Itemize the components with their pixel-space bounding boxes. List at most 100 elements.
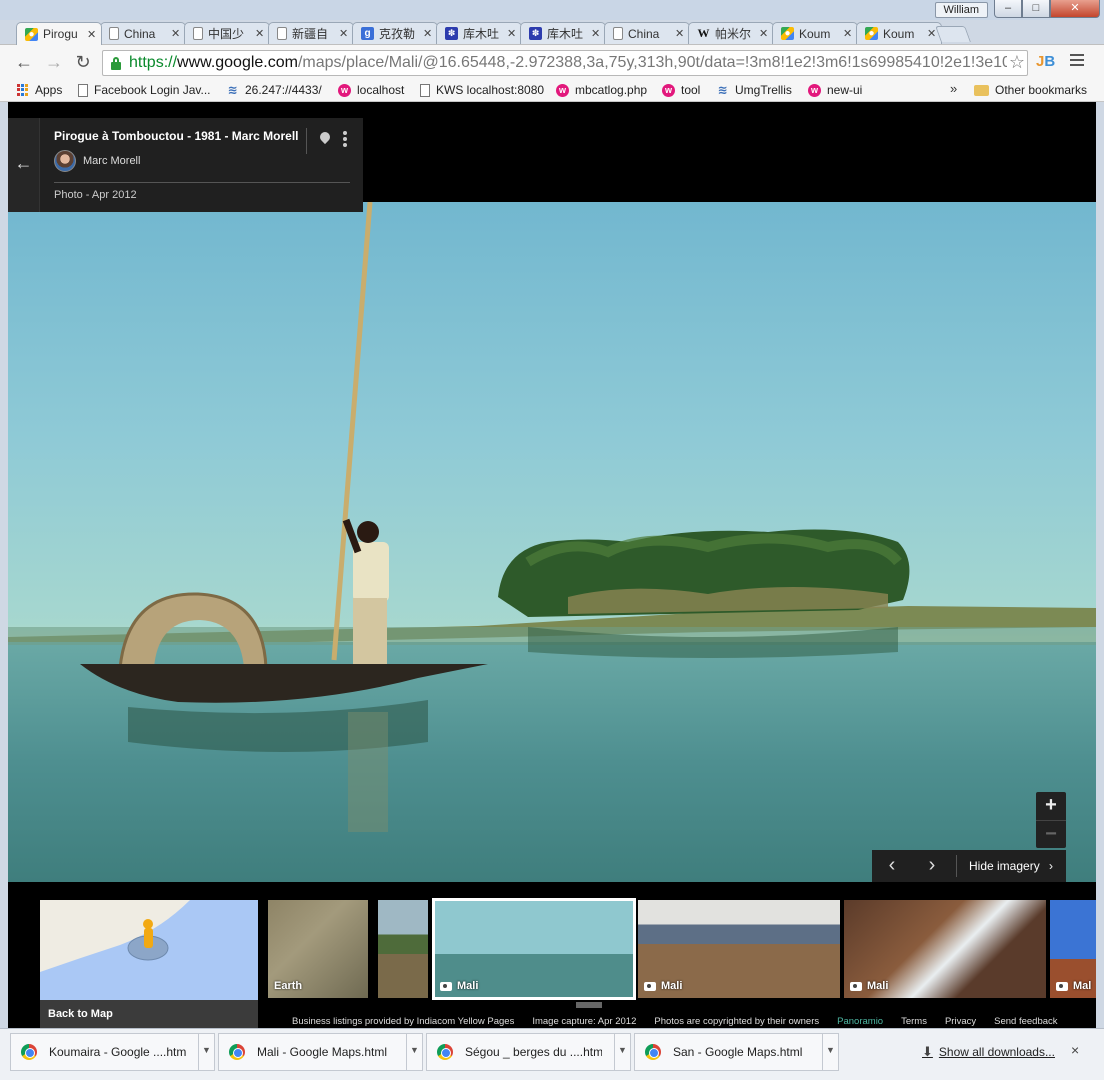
maximize-icon[interactable]: □ bbox=[1022, 0, 1050, 18]
forward-arrow-icon[interactable]: → bbox=[44, 52, 64, 72]
jetbrains-extension-icon[interactable]: JB bbox=[1036, 53, 1058, 71]
hide-imagery-button[interactable]: Hide imagery ›› bbox=[961, 859, 1049, 873]
new-tab-button[interactable] bbox=[935, 26, 971, 42]
tab-label: 库木吐 bbox=[547, 27, 584, 41]
tab-6[interactable]: ✽ 库木吐 ✕ bbox=[520, 22, 606, 44]
reload-icon[interactable]: ↻ bbox=[73, 52, 93, 72]
bookmark-item[interactable]: Facebook Login Jav... bbox=[78, 81, 211, 99]
document-icon bbox=[277, 27, 287, 40]
download-item[interactable]: San - Google Maps.html ▼ bbox=[634, 1033, 839, 1071]
thumbnail-selected-mali[interactable]: Mali bbox=[432, 898, 636, 1000]
tab-label: China bbox=[124, 26, 156, 41]
camera-icon bbox=[644, 981, 656, 991]
previous-chevron-icon[interactable]: ‹ bbox=[872, 850, 912, 882]
back-to-map-card[interactable]: Back to Map bbox=[40, 900, 258, 1028]
tab-3[interactable]: 新疆自 ✕ bbox=[268, 22, 354, 44]
download-filename: Ségou _ berges du ....html bbox=[465, 1045, 602, 1059]
close-tab-icon[interactable]: ✕ bbox=[507, 27, 517, 40]
close-tab-icon[interactable]: ✕ bbox=[255, 27, 265, 40]
profile-button[interactable]: William bbox=[934, 2, 988, 18]
next-chevron-icon[interactable]: › bbox=[912, 850, 952, 882]
thumbnail-photo[interactable] bbox=[378, 900, 428, 998]
chrome-icon bbox=[645, 1044, 661, 1060]
bookmark-item[interactable]: KWS localhost:8080 bbox=[420, 81, 544, 99]
close-tab-icon[interactable]: ✕ bbox=[759, 27, 769, 40]
tab-2[interactable]: 中国少 ✕ bbox=[184, 22, 270, 44]
thumbnail-photo-mali-partial[interactable]: Mal bbox=[1050, 900, 1096, 998]
bookmark-item[interactable]: w localhost bbox=[338, 81, 404, 99]
close-tab-icon[interactable]: ✕ bbox=[171, 27, 181, 40]
bookmark-apps[interactable]: Apps bbox=[16, 81, 62, 99]
show-all-downloads-link[interactable]: ⬇ Show all downloads... bbox=[922, 1044, 1055, 1060]
chevron-down-icon[interactable]: ▼ bbox=[614, 1034, 630, 1070]
back-arrow-icon[interactable]: ← bbox=[14, 52, 34, 72]
minimize-icon[interactable]: – bbox=[994, 0, 1022, 18]
back-arrow-icon[interactable]: ← bbox=[8, 118, 40, 212]
strip-scroll-handle[interactable] bbox=[576, 1002, 602, 1008]
title-bar: William – □ ✕ bbox=[0, 0, 1104, 20]
chevron-down-icon[interactable]: ▼ bbox=[822, 1034, 838, 1070]
close-tab-icon[interactable]: ✕ bbox=[591, 27, 601, 40]
other-bookmarks[interactable]: Other bookmarks bbox=[974, 81, 1087, 99]
bookmark-star-icon[interactable]: ☆ bbox=[1006, 52, 1025, 73]
thumbnail-photo-mali[interactable]: Mali bbox=[638, 900, 840, 998]
close-tab-icon[interactable]: ✕ bbox=[423, 27, 433, 40]
bookmark-item[interactable]: w mbcatlog.php bbox=[556, 81, 647, 99]
privacy-link[interactable]: Privacy bbox=[945, 1016, 976, 1028]
thumbnail-photo-mali-waterfall[interactable]: Mali bbox=[844, 900, 1046, 998]
menu-icon[interactable] bbox=[1070, 54, 1084, 68]
photo-author[interactable]: Marc Morell bbox=[83, 155, 140, 167]
thumbnail-earth[interactable]: Earth bbox=[268, 900, 368, 998]
tab-strip: ● Pirogu ✕ China ✕ 中国少 ✕ 新疆自 ✕ g 克孜勒 ✕ ✽… bbox=[0, 20, 1104, 45]
bookmarks-overflow-button[interactable]: » bbox=[950, 81, 957, 96]
panoramio-logo[interactable]: Panoramio bbox=[837, 1016, 883, 1028]
tab-0[interactable]: ● Pirogu ✕ bbox=[16, 22, 102, 45]
tab-8[interactable]: W 帕米尔 ✕ bbox=[688, 22, 774, 44]
download-item[interactable]: Mali - Google Maps.html ▼ bbox=[218, 1033, 423, 1071]
send-feedback-link[interactable]: Send feedback bbox=[994, 1016, 1057, 1028]
tab-5[interactable]: ✽ 库木吐 ✕ bbox=[436, 22, 522, 44]
chevron-down-icon[interactable]: ▼ bbox=[406, 1034, 422, 1070]
chevron-down-icon[interactable]: ▼ bbox=[198, 1034, 214, 1070]
author-avatar[interactable] bbox=[54, 150, 76, 172]
close-downloads-icon[interactable]: × bbox=[1071, 1042, 1079, 1058]
download-item[interactable]: Ségou _ berges du ....html ▼ bbox=[426, 1033, 631, 1071]
attribution-bar: Business listings provided by Indiacom Y… bbox=[292, 1016, 1092, 1028]
terms-link[interactable]: Terms bbox=[901, 1016, 927, 1028]
wave-icon: ≋ bbox=[227, 83, 238, 97]
bookmark-label: KWS localhost:8080 bbox=[436, 83, 545, 97]
thumbnail-label: Earth bbox=[274, 980, 303, 992]
location-pin-icon[interactable] bbox=[320, 132, 330, 148]
camera-icon bbox=[850, 981, 862, 991]
address-bar[interactable]: https://www.google.com/maps/place/Mali/@… bbox=[102, 50, 1028, 76]
tab-4[interactable]: g 克孜勒 ✕ bbox=[352, 22, 438, 44]
bookmark-item[interactable]: w tool bbox=[662, 81, 700, 99]
close-tab-icon[interactable]: ✕ bbox=[675, 27, 685, 40]
thumbnail-label: Mali bbox=[644, 980, 682, 992]
download-item[interactable]: Koumaira - Google ....html ▼ bbox=[10, 1033, 215, 1071]
maps-icon: ● bbox=[25, 27, 38, 41]
chrome-icon bbox=[229, 1044, 245, 1060]
close-tab-icon[interactable]: ✕ bbox=[87, 28, 97, 41]
bookmark-item[interactable]: ≋ 26.247://4433/ bbox=[226, 81, 321, 99]
camera-icon bbox=[1056, 981, 1068, 991]
download-arrow-icon: ⬇ bbox=[922, 1044, 933, 1059]
tab-label: Koum bbox=[883, 26, 915, 41]
tab-1[interactable]: China ✕ bbox=[100, 22, 186, 44]
bookmark-item[interactable]: ≋ UmgTrellis bbox=[716, 81, 791, 99]
bookmark-item[interactable]: w new-ui bbox=[808, 81, 862, 99]
more-options-icon[interactable] bbox=[343, 131, 347, 147]
tab-9[interactable]: ● Koum ✕ bbox=[772, 22, 858, 44]
tab-10[interactable]: ● Koum ✕ bbox=[856, 22, 942, 44]
tab-7[interactable]: China ✕ bbox=[604, 22, 690, 44]
document-icon bbox=[78, 83, 88, 97]
pink-app-icon: w bbox=[808, 83, 821, 97]
close-tab-icon[interactable]: ✕ bbox=[339, 27, 349, 40]
chrome-icon bbox=[21, 1044, 37, 1060]
photo-image[interactable] bbox=[8, 202, 1096, 882]
back-to-map-label: Back to Map bbox=[40, 1000, 258, 1028]
close-tab-icon[interactable]: ✕ bbox=[843, 27, 853, 40]
zoom-in-button[interactable]: + bbox=[1036, 792, 1066, 820]
zoom-out-button[interactable]: − bbox=[1036, 820, 1066, 848]
close-window-icon[interactable]: ✕ bbox=[1050, 0, 1100, 18]
